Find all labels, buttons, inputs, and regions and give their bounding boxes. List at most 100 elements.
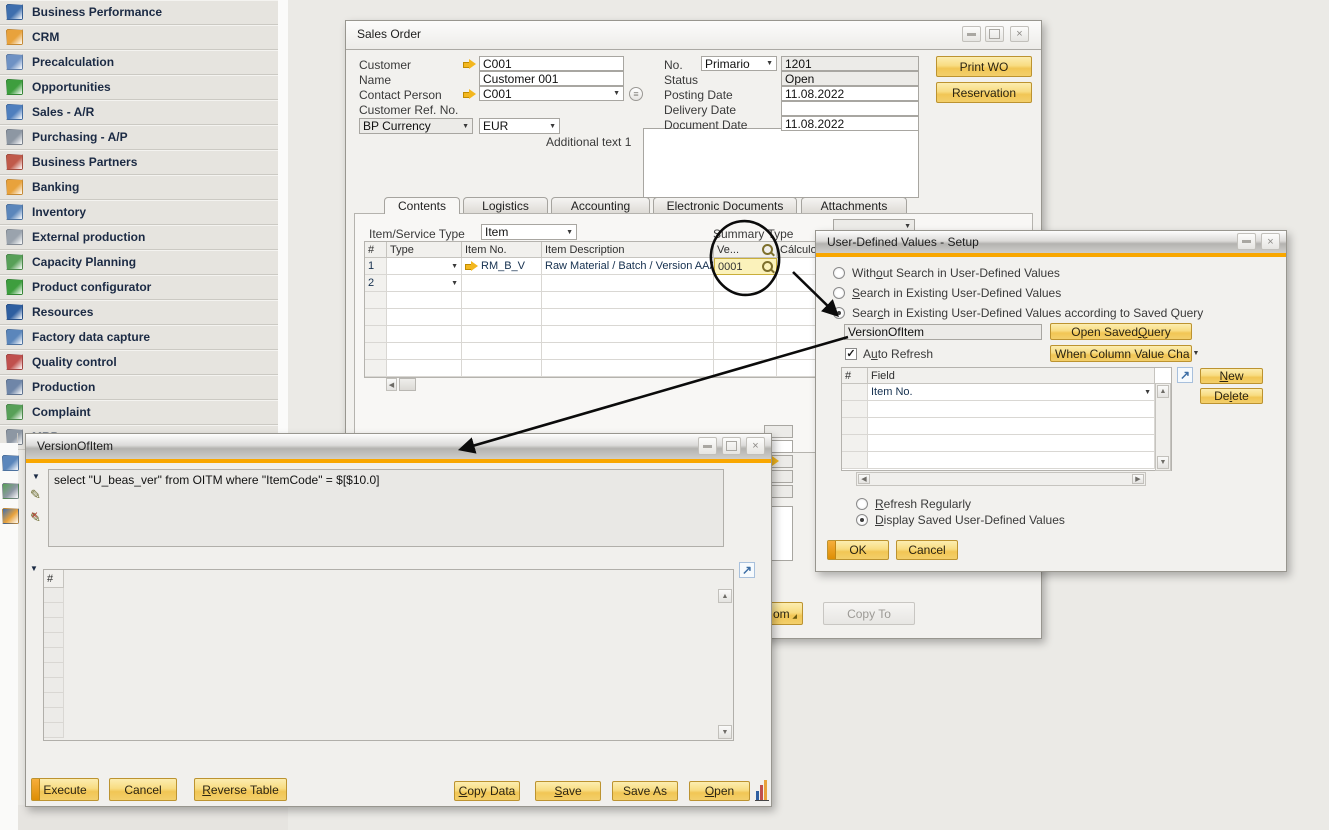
radio-search-saved-query[interactable]	[833, 307, 845, 319]
new-button[interactable]: New	[1200, 368, 1263, 384]
person-document-icon[interactable]	[2, 483, 19, 499]
radio-display-saved[interactable]	[856, 514, 868, 526]
customer-input[interactable]: C001	[479, 56, 624, 71]
sidebar-item-external-production[interactable]: External production	[0, 225, 278, 250]
h-scroll-thumb[interactable]	[399, 378, 416, 391]
col-header-type[interactable]: Type	[387, 242, 462, 258]
tab-attachments[interactable]: Attachments	[801, 197, 907, 213]
field-cell[interactable]: Item No.▼	[868, 384, 1155, 401]
col-header-[interactable]: #	[842, 368, 868, 384]
sidebar-item-crm[interactable]: CRM	[0, 25, 278, 50]
saved-query-name-field[interactable]: VersionOfItem	[844, 324, 1042, 340]
bp-currency-dropdown[interactable]: BP Currency▼	[359, 118, 473, 134]
currency-dropdown[interactable]: EUR▼	[479, 118, 560, 134]
scroll-up-icon[interactable]: ▲	[1157, 385, 1169, 398]
sidebar-item-product-configurator[interactable]: Product configurator	[0, 275, 278, 300]
minimize-button[interactable]	[698, 437, 717, 455]
col-header-item-description[interactable]: Item Description	[542, 242, 714, 258]
table-cell[interactable]: ▼	[387, 275, 462, 292]
reports-chart-icon[interactable]	[2, 508, 19, 524]
chevron-down-icon[interactable]: ▼	[448, 280, 458, 287]
name-input[interactable]: Customer 001	[479, 71, 624, 86]
link-arrow-icon[interactable]	[465, 261, 478, 271]
reverse-table-button[interactable]: Reverse Table	[194, 778, 287, 801]
open-button[interactable]: Open	[689, 781, 750, 801]
print-wo-button[interactable]: Print WO	[936, 56, 1032, 77]
cancel-button[interactable]: Cancel	[109, 778, 177, 801]
versionofitem-titlebar[interactable]: VersionOfItem ×	[26, 434, 771, 459]
choose-from-list-icon[interactable]: ≡	[629, 87, 643, 101]
docnum-input[interactable]: 1201	[781, 56, 919, 71]
tab-contents[interactable]: Contents	[384, 197, 460, 214]
open-saved-query-button[interactable]: Open Saved Query	[1050, 323, 1192, 340]
save-as-button[interactable]: Save As	[612, 781, 678, 801]
sidebar-item-business-partners[interactable]: Business Partners	[0, 150, 278, 175]
collapse-results-icon[interactable]: ▼	[30, 564, 38, 573]
sql-query-editor[interactable]: select "U_beas_ver" from OITM where "Ite…	[48, 469, 724, 547]
auto-refresh-checkbox[interactable]: ✓	[845, 348, 857, 360]
chevron-down-icon[interactable]: ▼	[448, 263, 458, 270]
field-table[interactable]: #FieldItem No.▼	[841, 367, 1172, 471]
maximize-button[interactable]	[985, 26, 1004, 42]
sidebar-item-purchasing-a-p[interactable]: Purchasing - A/P	[0, 125, 278, 150]
h-scrollbar[interactable]: ◀ ▶	[856, 472, 1146, 486]
scroll-down-icon[interactable]: ▼	[718, 725, 732, 739]
sidebar-item-banking[interactable]: Banking	[0, 175, 278, 200]
document-date-input[interactable]: 11.08.2022	[781, 116, 919, 131]
v-scrollbar[interactable]: ▲ ▼	[1155, 383, 1171, 471]
item-no-cell[interactable]: RM_B_V	[462, 258, 542, 275]
sidebar-item-precalculation[interactable]: Precalculation	[0, 50, 278, 75]
scroll-down-icon[interactable]: ▼	[1157, 456, 1169, 469]
table-cell[interactable]	[542, 275, 714, 292]
expand-results-icon[interactable]: ↗	[739, 562, 755, 578]
series-dropdown[interactable]: Primario▼	[701, 56, 777, 71]
table-cell[interactable]	[462, 275, 542, 292]
tab-accounting[interactable]: Accounting	[551, 197, 650, 213]
sidebar-item-factory-data-capture[interactable]: Factory data capture	[0, 325, 278, 350]
collapse-sql-icon[interactable]: ▼	[32, 472, 40, 481]
minimize-button[interactable]	[1237, 233, 1256, 250]
radio-search-existing[interactable]	[833, 287, 845, 299]
col-header-[interactable]: #	[365, 242, 387, 258]
sidebar-item-opportunities[interactable]: Opportunities	[0, 75, 278, 100]
expand-table-icon[interactable]: ↗	[1177, 367, 1193, 383]
contact-person-combo[interactable]: C001▼	[479, 86, 624, 101]
item-service-type-dropdown[interactable]: Item▼	[481, 224, 577, 240]
posting-date-input[interactable]: 11.08.2022	[781, 86, 919, 101]
sidebar-item-inventory[interactable]: Inventory	[0, 200, 278, 225]
sidebar-item-sales-a-r[interactable]: Sales - A/R	[0, 100, 278, 125]
delete-button[interactable]: Delete	[1200, 388, 1263, 404]
close-icon[interactable]: ×	[1261, 233, 1280, 250]
chart-preview-icon[interactable]	[755, 779, 771, 801]
scroll-left-icon[interactable]: ◀	[386, 378, 397, 391]
scroll-up-icon[interactable]: ▲	[718, 589, 732, 603]
copy-to-button[interactable]: Copy To	[823, 602, 915, 625]
service-wrench-icon[interactable]	[2, 455, 19, 471]
minimize-button[interactable]	[962, 26, 981, 42]
udv-titlebar[interactable]: User-Defined Values - Setup ×	[816, 231, 1286, 253]
sidebar-item-capacity-planning[interactable]: Capacity Planning	[0, 250, 278, 275]
link-arrow-icon[interactable]	[463, 59, 476, 69]
cancel-button[interactable]: Cancel	[896, 540, 958, 560]
version-cell[interactable]: 0001	[714, 258, 777, 275]
chevron-down-icon[interactable]: ▼	[459, 123, 469, 130]
chevron-down-icon[interactable]: ▼	[763, 60, 773, 67]
sidebar-item-resources[interactable]: Resources	[0, 300, 278, 325]
sidebar-item-quality-control[interactable]: Quality control	[0, 350, 278, 375]
reservation-button[interactable]: Reservation	[936, 82, 1032, 103]
execute-button[interactable]: Execute	[31, 778, 99, 801]
tab-logistics[interactable]: Logistics	[463, 197, 548, 213]
no-edit-pencil-icon[interactable]: ✎×	[30, 510, 41, 526]
chevron-down-icon[interactable]: ▼	[901, 223, 911, 230]
radio-refresh-regularly[interactable]	[856, 498, 868, 510]
sales-order-titlebar[interactable]: Sales Order ×	[346, 21, 1041, 50]
results-grid[interactable]: # ▲ ▼	[43, 569, 734, 741]
col-header-field[interactable]: Field	[868, 368, 1155, 384]
sidebar-item-production[interactable]: Production	[0, 375, 278, 400]
additional-text-area[interactable]	[643, 128, 919, 198]
close-icon[interactable]: ×	[746, 437, 765, 455]
maximize-button[interactable]	[722, 437, 741, 455]
radio-without-search[interactable]	[833, 267, 845, 279]
chevron-down-icon[interactable]: ▼	[610, 90, 620, 97]
scroll-right-icon[interactable]: ▶	[1132, 474, 1144, 484]
